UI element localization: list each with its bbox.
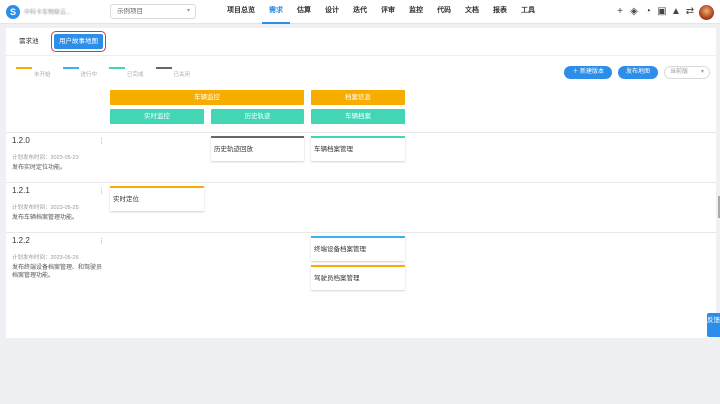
user-avatar[interactable] <box>699 4 714 20</box>
legend-not-started: 未开始 <box>16 66 51 78</box>
nav-overview[interactable]: 项目总览 <box>220 0 262 24</box>
legend-closed: 已关闭 <box>155 66 191 78</box>
feedback-button[interactable]: 反馈 <box>707 313 720 337</box>
bell-icon[interactable]: ▲ <box>671 4 681 20</box>
briefcase-icon[interactable]: ▣ <box>657 4 667 20</box>
nav-review[interactable]: 评审 <box>374 0 402 24</box>
story-card[interactable]: 历史轨迹回放 <box>211 136 304 161</box>
project-selector[interactable]: 示例项目 ▾ <box>110 4 196 19</box>
legend-label: 进行中 <box>80 72 98 78</box>
nav-design[interactable]: 设计 <box>318 0 346 24</box>
legend-swatch <box>109 67 126 69</box>
story-card[interactable]: 车辆档案管理 <box>311 136 405 161</box>
release-date: 计划发布时间：2023-05-25 <box>12 205 79 211</box>
nav-iteration[interactable]: 迭代 <box>346 0 374 24</box>
sub-tabs: 需求池 用户故事地图 <box>6 28 716 56</box>
org-name[interactable]: 中科卡车物联云... <box>24 7 106 16</box>
legend-swatch <box>155 67 172 69</box>
tab-requirement-pool[interactable]: 需求池 <box>14 34 44 49</box>
new-version-button[interactable]: ＋ 新建版本 <box>564 66 612 79</box>
more-icon[interactable]: ⋮ <box>98 237 105 245</box>
release-info: 1.2.1 计划发布时间：2023-05-25 发布车辆档案管理功能。 <box>12 186 104 222</box>
release-info: 1.2.2 计划发布时间：2023-05-26 发布终端设备档案管理、和驾驶员档… <box>12 236 104 280</box>
epic-archive-info[interactable]: 档案信息 <box>311 90 405 105</box>
nav-reports[interactable]: 报表 <box>486 0 514 24</box>
nav-docs[interactable]: 文档 <box>458 0 486 24</box>
feature-realtime-monitoring[interactable]: 实时监控 <box>110 109 204 124</box>
map-actions: ＋ 新建版本 发布地图 当前版 ▾ <box>564 66 710 79</box>
feature-history-track[interactable]: 历史轨迹 <box>211 109 304 124</box>
publish-map-button[interactable]: 发布地图 <box>617 66 658 79</box>
legend-swatch <box>16 67 32 69</box>
more-icon[interactable]: ⋮ <box>98 187 105 195</box>
release-info: 1.2.0 计划发布时间：2023-05-23 发布实时定位功能。 <box>12 136 104 172</box>
top-icons: + ◈ ◔ ▣ ▲ ⇄ <box>615 4 714 20</box>
story-map-panel: 需求池 用户故事地图 未开始 进行中 已完成 已关闭 ＋ 新建版本 发布地图 当… <box>6 28 716 338</box>
legend-label: 已关闭 <box>173 72 191 78</box>
story-card[interactable]: 终端设备档案管理 <box>311 236 405 261</box>
top-nav-bar: S 中科卡车物联云... 示例项目 ▾ 项目总览 需求 估算 设计 迭代 评审 监… <box>0 0 720 24</box>
version-select-value: 当前版 <box>670 69 689 75</box>
more-icon[interactable]: ⋮ <box>98 137 105 145</box>
chevron-down-icon: ▾ <box>700 69 704 75</box>
feature-vehicle-archive[interactable]: 车辆档案 <box>311 109 405 124</box>
version-select[interactable]: 当前版 ▾ <box>664 66 710 79</box>
nav-monitor[interactable]: 监控 <box>402 0 430 24</box>
release-date: 计划发布时间：2023-05-26 <box>12 255 79 261</box>
nav-estimate[interactable]: 估算 <box>290 0 318 24</box>
story-card[interactable]: 实时定位 <box>110 186 204 211</box>
status-legend: 未开始 进行中 已完成 已关闭 <box>16 66 190 78</box>
project-selector-label: 示例项目 <box>117 8 143 15</box>
plus-icon[interactable]: + <box>615 4 625 20</box>
release-version: 1.2.0 <box>12 136 30 145</box>
legend-done: 已完成 <box>109 66 144 78</box>
pie-chart-icon[interactable]: ◔ <box>643 4 653 20</box>
nav-code[interactable]: 代码 <box>430 0 458 24</box>
legend-swatch <box>62 67 79 69</box>
release-version: 1.2.2 <box>12 236 30 245</box>
legend-in-progress: 进行中 <box>62 66 98 78</box>
layers-icon[interactable]: ◈ <box>629 4 639 20</box>
release-desc: 发布车辆档案管理功能。 <box>12 215 79 221</box>
legend-label: 未开始 <box>34 72 51 78</box>
epic-vehicle-monitoring[interactable]: 车辆监控 <box>110 90 304 105</box>
app-logo-icon[interactable]: S <box>6 5 20 19</box>
switch-icon[interactable]: ⇄ <box>685 4 695 20</box>
nav-tools[interactable]: 工具 <box>514 0 542 24</box>
legend-label: 已完成 <box>127 72 144 78</box>
release-desc: 发布终端设备档案管理、和驾驶员档案管理功能。 <box>12 265 103 279</box>
release-version: 1.2.1 <box>12 186 30 195</box>
tab-story-map[interactable]: 用户故事地图 <box>51 31 106 52</box>
release-date: 计划发布时间：2023-05-23 <box>12 155 79 161</box>
chevron-down-icon: ▾ <box>186 8 190 14</box>
release-desc: 发布实时定位功能。 <box>12 165 67 171</box>
main-nav: 项目总览 需求 估算 设计 迭代 评审 监控 代码 文档 报表 工具 <box>220 0 542 24</box>
nav-requirements[interactable]: 需求 <box>262 0 290 24</box>
story-card[interactable]: 驾驶员档案管理 <box>311 265 405 290</box>
